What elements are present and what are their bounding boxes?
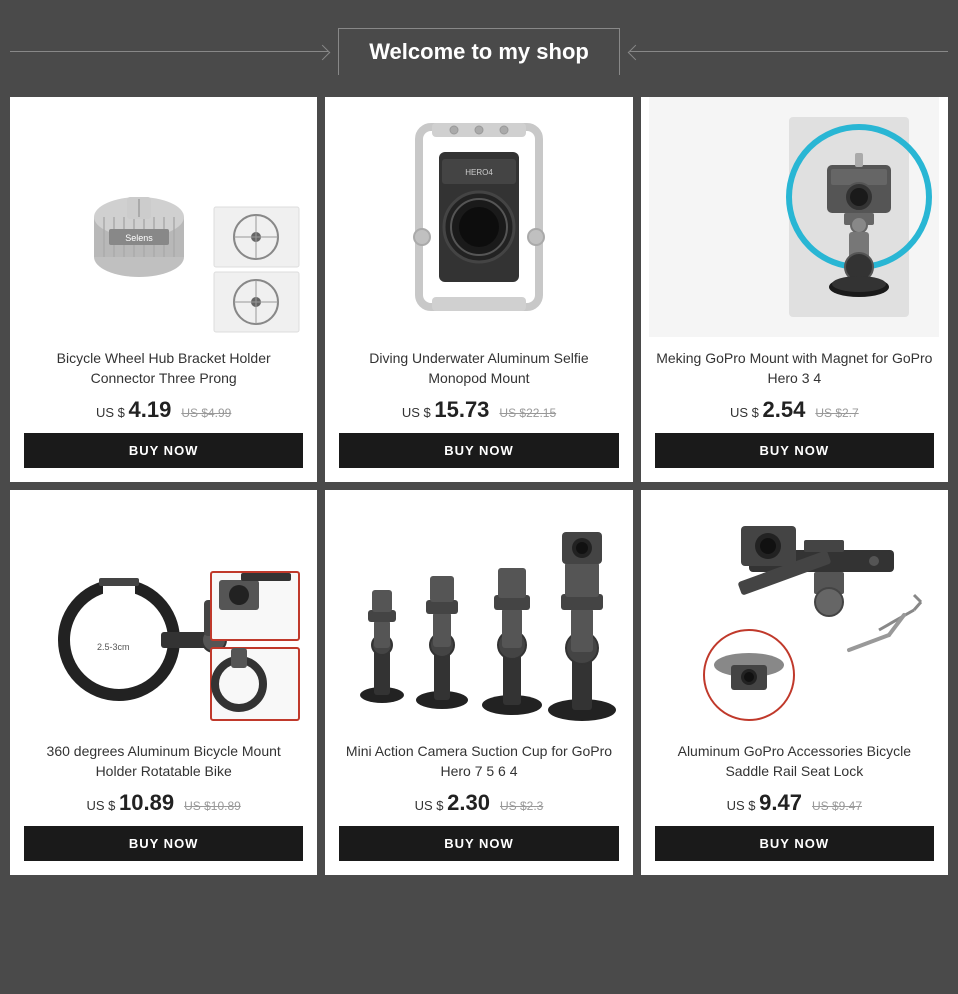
card-body-5: Mini Action Camera Suction Cup for GoPro…: [325, 730, 632, 875]
card-body-1: Bicycle Wheel Hub Bracket Holder Connect…: [10, 337, 317, 482]
card-body-3: Meking GoPro Mount with Magnet for GoPro…: [641, 337, 948, 482]
price-row-2: US $ 15.73 US $22.15: [402, 397, 556, 423]
svg-text:Selens: Selens: [125, 233, 153, 243]
product-card-4: 2.5-3cm: [10, 490, 317, 875]
product-image-2: HERO4: [325, 97, 632, 337]
product-image-5: [325, 490, 632, 730]
product-title-6: Aluminum GoPro Accessories Bicycle Saddl…: [655, 742, 934, 782]
product-image-6: [641, 490, 948, 730]
price-original-4: US $10.89: [184, 799, 241, 813]
price-original-3: US $2.7: [815, 406, 858, 420]
header-line-right: [630, 51, 948, 52]
price-current-1: US $ 4.19: [96, 397, 171, 423]
buy-button-3[interactable]: BUY NOW: [655, 433, 934, 468]
buy-button-6[interactable]: BUY NOW: [655, 826, 934, 861]
price-current-3: US $ 2.54: [730, 397, 805, 423]
svg-text:2.5-3cm: 2.5-3cm: [97, 642, 130, 652]
price-original-6: US $9.47: [812, 799, 862, 813]
product-card-5: Mini Action Camera Suction Cup for GoPro…: [325, 490, 632, 875]
price-row-4: US $ 10.89 US $10.89: [87, 790, 241, 816]
product-title-3: Meking GoPro Mount with Magnet for GoPro…: [655, 349, 934, 389]
product-title-5: Mini Action Camera Suction Cup for GoPro…: [339, 742, 618, 782]
product-card-2: HERO4 Diving Underwater Aluminum Selfie …: [325, 97, 632, 482]
product-card-1: Selens Bicycle Wheel Hub Bracket: [10, 97, 317, 482]
price-original-5: US $2.3: [500, 799, 543, 813]
price-current-5: US $ 2.30: [415, 790, 490, 816]
price-row-5: US $ 2.30 US $2.3: [415, 790, 544, 816]
header-line-left: [10, 51, 328, 52]
header-title-box: Welcome to my shop: [338, 28, 620, 75]
product-image-4: 2.5-3cm: [10, 490, 317, 730]
buy-button-5[interactable]: BUY NOW: [339, 826, 618, 861]
price-row-1: US $ 4.19 US $4.99: [96, 397, 231, 423]
svg-text:HERO4: HERO4: [465, 168, 493, 177]
buy-button-1[interactable]: BUY NOW: [24, 433, 303, 468]
price-current-4: US $ 10.89: [87, 790, 175, 816]
price-original-2: US $22.15: [499, 406, 556, 420]
buy-button-4[interactable]: BUY NOW: [24, 826, 303, 861]
price-current-2: US $ 15.73: [402, 397, 490, 423]
shop-title: Welcome to my shop: [369, 39, 589, 75]
card-body-4: 360 degrees Aluminum Bicycle Mount Holde…: [10, 730, 317, 875]
product-card-3: Meking GoPro Mount with Magnet for GoPro…: [641, 97, 948, 482]
product-image-1: Selens: [10, 97, 317, 337]
price-original-1: US $4.99: [181, 406, 231, 420]
shop-header: Welcome to my shop: [10, 10, 948, 97]
card-body-2: Diving Underwater Aluminum Selfie Monopo…: [325, 337, 632, 482]
product-title-1: Bicycle Wheel Hub Bracket Holder Connect…: [24, 349, 303, 389]
product-card-6: Aluminum GoPro Accessories Bicycle Saddl…: [641, 490, 948, 875]
product-grid: Selens Bicycle Wheel Hub Bracket: [10, 97, 948, 875]
product-image-3: [641, 97, 948, 337]
card-body-6: Aluminum GoPro Accessories Bicycle Saddl…: [641, 730, 948, 875]
buy-button-2[interactable]: BUY NOW: [339, 433, 618, 468]
price-row-6: US $ 9.47 US $9.47: [727, 790, 862, 816]
price-current-6: US $ 9.47: [727, 790, 802, 816]
product-title-2: Diving Underwater Aluminum Selfie Monopo…: [339, 349, 618, 389]
price-row-3: US $ 2.54 US $2.7: [730, 397, 859, 423]
product-title-4: 360 degrees Aluminum Bicycle Mount Holde…: [24, 742, 303, 782]
